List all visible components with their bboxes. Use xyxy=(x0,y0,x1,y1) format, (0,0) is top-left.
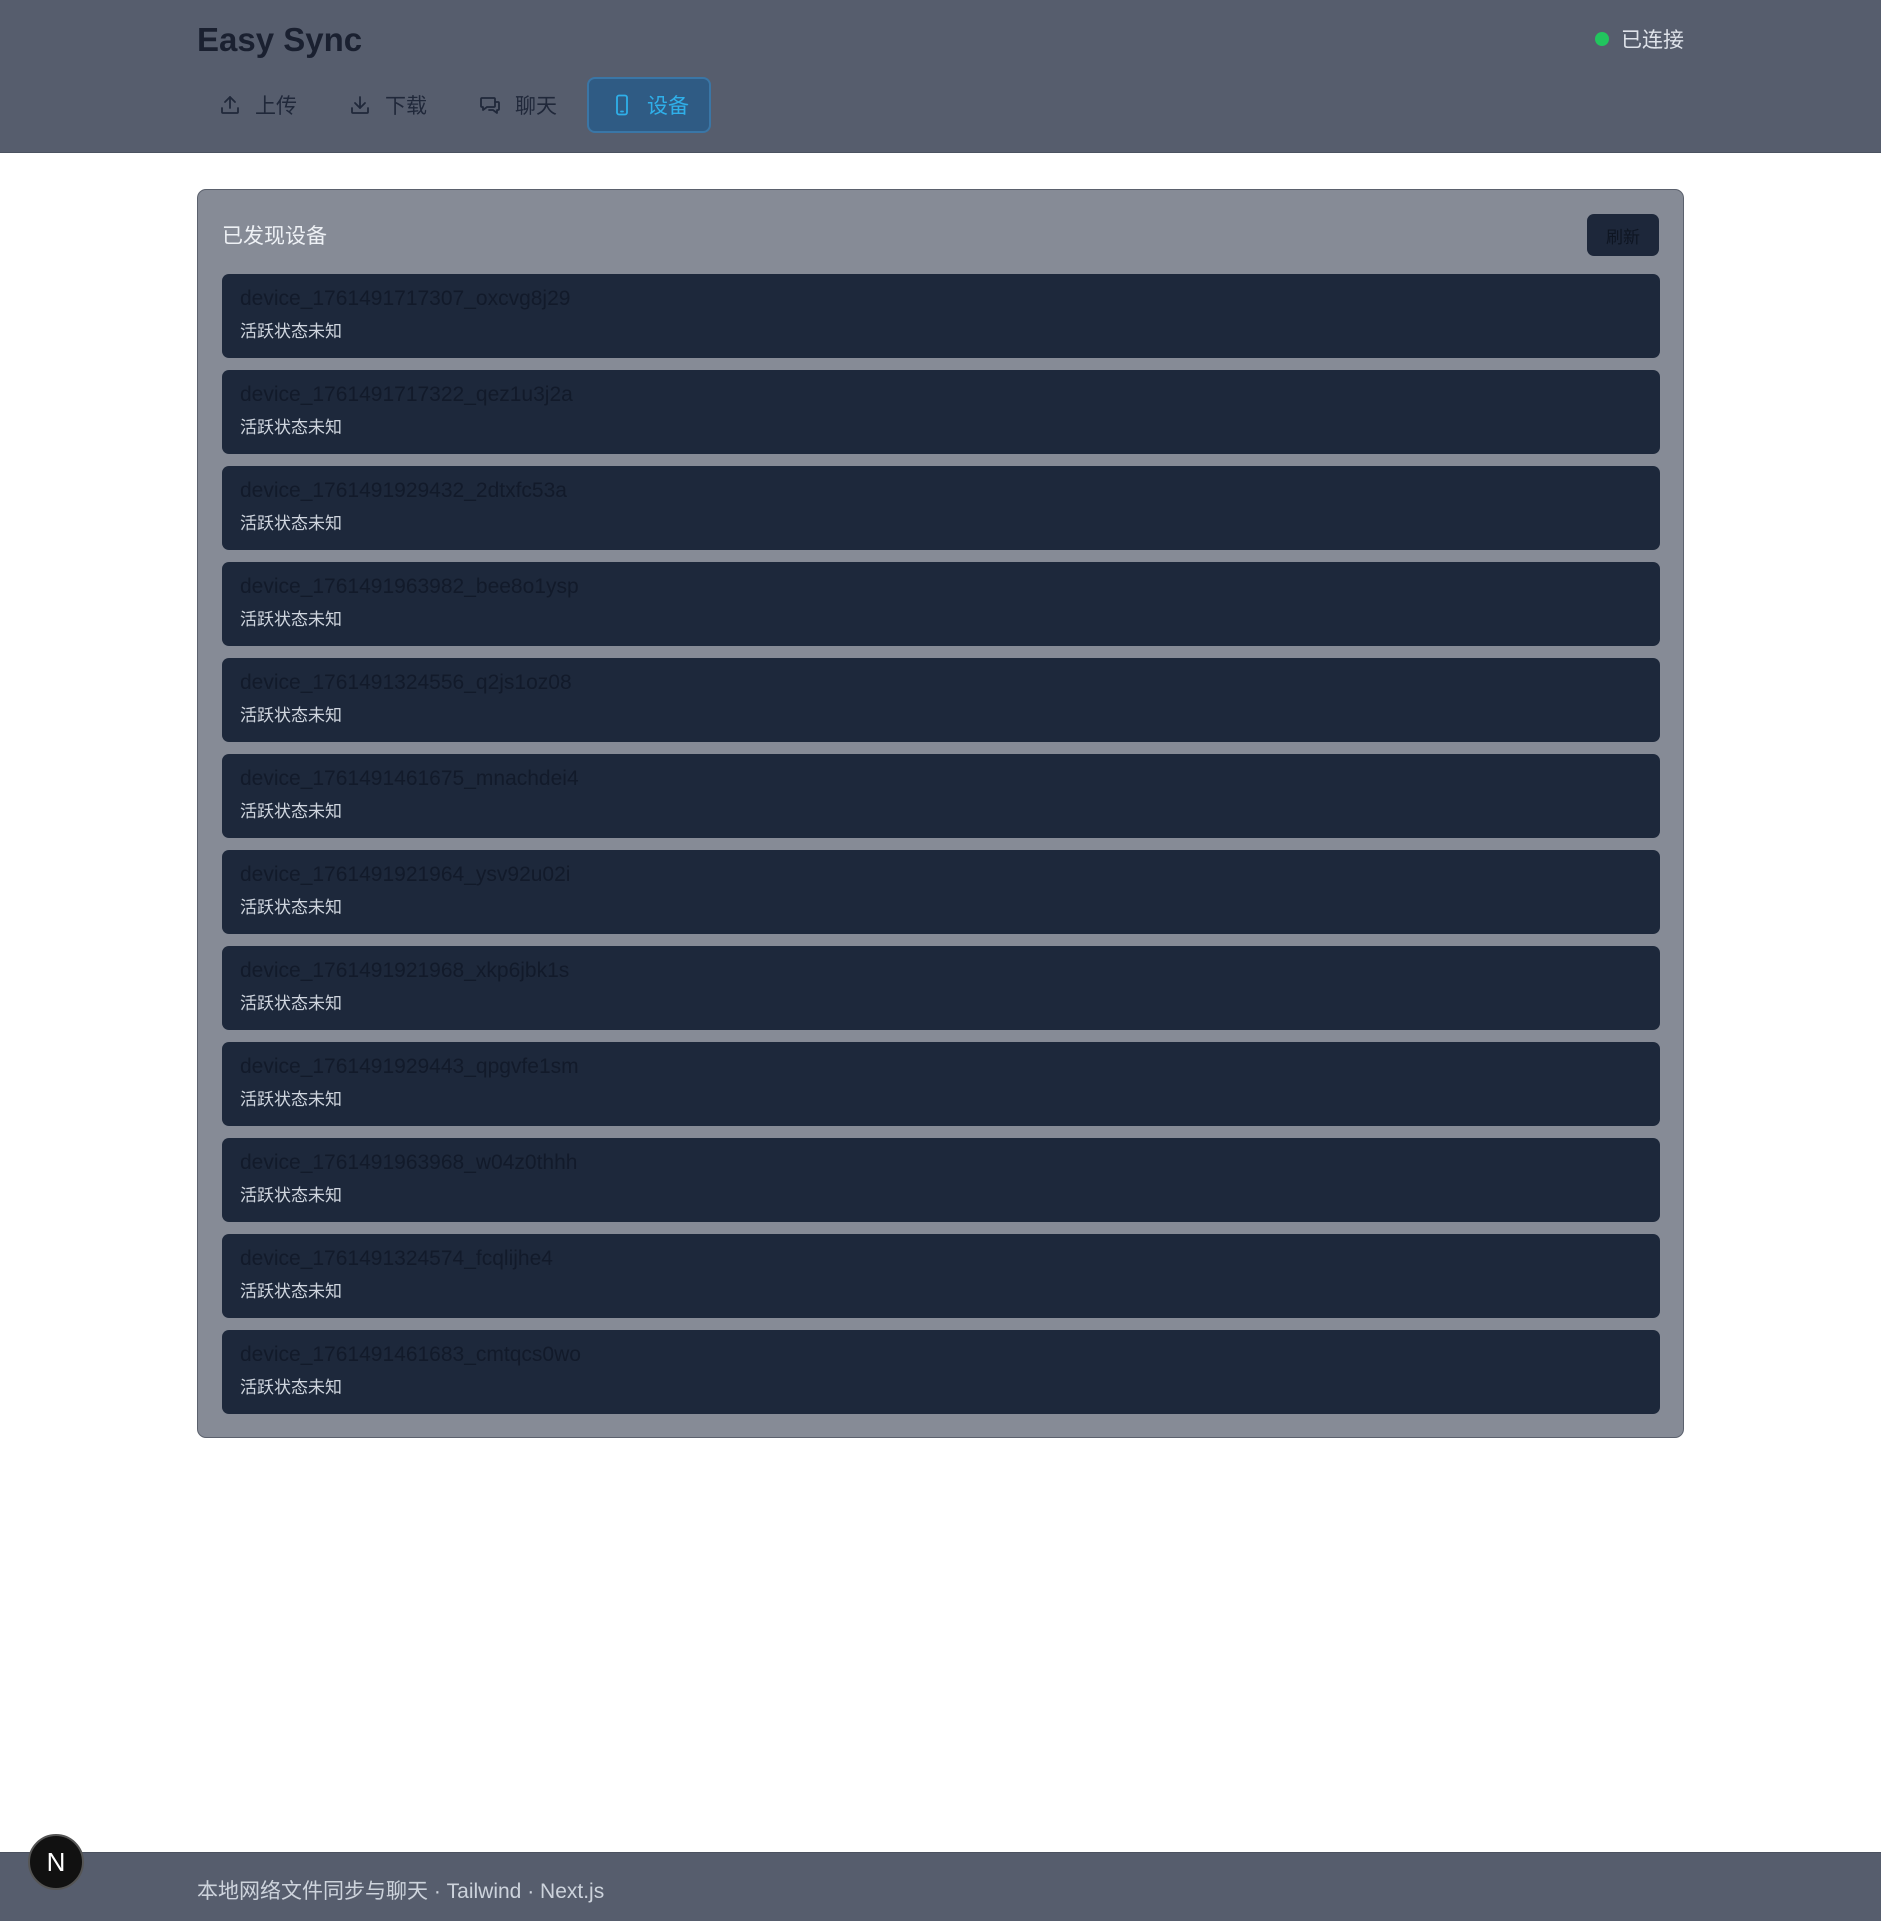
device-status: 活跃状态未知 xyxy=(240,802,342,821)
device-item[interactable]: device_1761491963982_bee8o1ysp 活跃状态未知 xyxy=(222,562,1660,646)
device-icon xyxy=(609,92,635,118)
device-item[interactable]: device_1761491324556_q2js1oz08 活跃状态未知 xyxy=(222,658,1660,742)
device-status: 活跃状态未知 xyxy=(240,322,342,341)
tab-upload[interactable]: 上传 xyxy=(197,77,317,133)
tab-upload-label: 上传 xyxy=(255,95,297,118)
device-name: device_1761491963982_bee8o1ysp xyxy=(240,575,579,598)
device-name: device_1761491717307_oxcvg8j29 xyxy=(240,287,571,310)
device-name: device_1761491324574_fcqlijhe4 xyxy=(240,1247,553,1270)
device-status: 活跃状态未知 xyxy=(240,1282,342,1301)
app-footer: 本地网络文件同步与聊天 · Tailwind · Next.js xyxy=(0,1852,1881,1921)
device-status: 活跃状态未知 xyxy=(240,1186,342,1205)
device-list: device_1761491717307_oxcvg8j29 活跃状态未知 de… xyxy=(222,274,1660,1426)
app-title: Easy Sync xyxy=(197,21,363,58)
device-status: 活跃状态未知 xyxy=(240,1090,342,1109)
device-item[interactable]: device_1761491921968_xkp6jbk1s 活跃状态未知 xyxy=(222,946,1660,1030)
device-item[interactable]: device_1761491324574_fcqlijhe4 活跃状态未知 xyxy=(222,1234,1660,1318)
device-item[interactable]: device_1761491461675_mnachdei4 活跃状态未知 xyxy=(222,754,1660,838)
footer-text: 本地网络文件同步与聊天 · Tailwind · Next.js xyxy=(197,1880,605,1903)
tab-download-label: 下载 xyxy=(385,95,427,118)
status-dot-icon xyxy=(1595,32,1609,46)
device-name: device_1761491963968_w04z0thhh xyxy=(240,1151,578,1174)
nextjs-logo-icon: N xyxy=(46,1846,66,1877)
tab-chat[interactable]: 聊天 xyxy=(457,77,577,133)
device-name: device_1761491324556_q2js1oz08 xyxy=(240,671,572,694)
device-item[interactable]: device_1761491717322_qez1u3j2a 活跃状态未知 xyxy=(222,370,1660,454)
device-name: device_1761491929432_2dtxfc53a xyxy=(240,479,567,502)
chat-icon xyxy=(477,92,503,118)
devices-panel: 已发现设备 刷新 device_1761491717307_oxcvg8j29 … xyxy=(197,189,1684,1438)
device-name: device_1761491921964_ysv92u02i xyxy=(240,863,571,886)
status-text: 已连接 xyxy=(1621,29,1684,52)
nextjs-dev-badge[interactable]: N xyxy=(28,1834,84,1890)
device-item[interactable]: device_1761491461683_cmtqcs0wo 活跃状态未知 xyxy=(222,1330,1660,1414)
device-status: 活跃状态未知 xyxy=(240,994,342,1013)
device-status: 活跃状态未知 xyxy=(240,514,342,533)
device-name: device_1761491461675_mnachdei4 xyxy=(240,767,579,790)
tab-chat-label: 聊天 xyxy=(515,95,557,118)
app-header: Easy Sync 已连接 上传 下载 聊天 设备 xyxy=(0,0,1881,153)
device-name: device_1761491921968_xkp6jbk1s xyxy=(240,959,570,982)
panel-title: 已发现设备 xyxy=(222,225,327,248)
device-name: device_1761491717322_qez1u3j2a xyxy=(240,383,573,406)
device-status: 活跃状态未知 xyxy=(240,418,342,437)
device-name: device_1761491929443_qpgvfe1sm xyxy=(240,1055,579,1078)
refresh-button[interactable]: 刷新 xyxy=(1587,214,1659,256)
upload-icon xyxy=(217,92,243,118)
device-item[interactable]: device_1761491929432_2dtxfc53a 活跃状态未知 xyxy=(222,466,1660,550)
device-status: 活跃状态未知 xyxy=(240,706,342,725)
device-item[interactable]: device_1761491921964_ysv92u02i 活跃状态未知 xyxy=(222,850,1660,934)
connection-status: 已连接 xyxy=(1595,24,1684,54)
device-status: 活跃状态未知 xyxy=(240,898,342,917)
tab-download[interactable]: 下载 xyxy=(327,77,447,133)
device-item[interactable]: device_1761491929443_qpgvfe1sm 活跃状态未知 xyxy=(222,1042,1660,1126)
device-status: 活跃状态未知 xyxy=(240,1378,342,1397)
download-icon xyxy=(347,92,373,118)
tab-bar: 上传 下载 聊天 设备 xyxy=(197,77,711,133)
tab-devices[interactable]: 设备 xyxy=(587,77,711,133)
device-status: 活跃状态未知 xyxy=(240,610,342,629)
device-item[interactable]: device_1761491963968_w04z0thhh 活跃状态未知 xyxy=(222,1138,1660,1222)
device-item[interactable]: device_1761491717307_oxcvg8j29 活跃状态未知 xyxy=(222,274,1660,358)
device-name: device_1761491461683_cmtqcs0wo xyxy=(240,1343,581,1366)
tab-devices-label: 设备 xyxy=(647,95,689,118)
